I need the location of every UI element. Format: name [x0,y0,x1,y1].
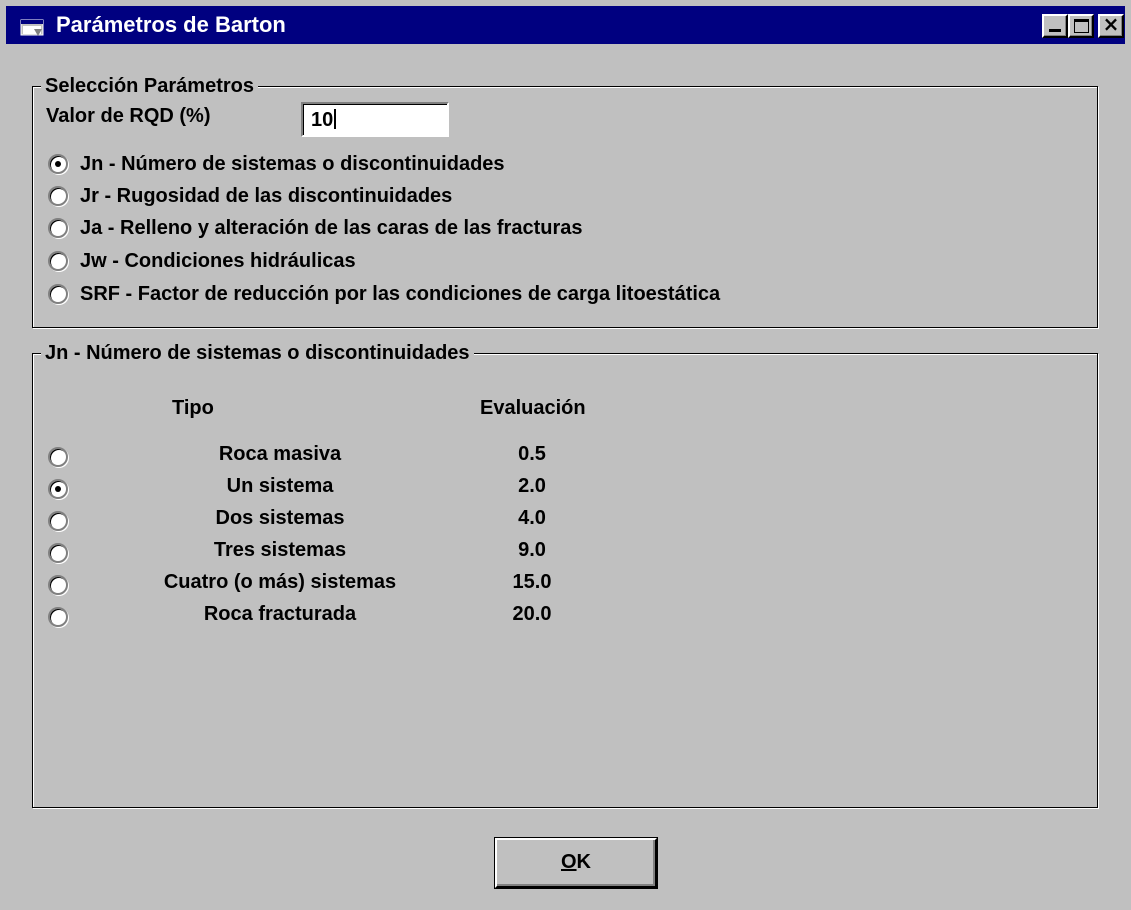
text-caret [334,109,337,129]
parameter-radio[interactable] [48,251,68,271]
jn-option-evaluacion: 2.0 [518,475,546,497]
jn-option-evaluacion: 0.5 [518,443,546,465]
parameter-option-label[interactable]: Jw - Condiciones hidráulicas [80,249,356,273]
rqd-input-value: 10 [311,109,334,131]
minimize-button[interactable] [1042,14,1068,38]
parameter-radio[interactable] [48,186,68,206]
jn-option-tipo: Tres sistemas [213,539,347,561]
column-header-evaluacion: Evaluación [480,397,586,419]
window-title: Parámetros de Barton [56,12,286,37]
column-header-tipo: Tipo [172,397,214,419]
jn-option-radio[interactable] [48,447,68,467]
window-app-icon[interactable] [20,19,46,37]
jn-option-tipo: Dos sistemas [215,507,345,529]
close-icon: × [1102,12,1120,36]
parameter-option-label[interactable]: Jn - Número de sistemas o discontinuidad… [80,152,505,176]
rqd-label: Valor de RQD (%) [46,105,211,127]
jn-option-tipo: Cuatro (o más) sistemas [163,571,397,593]
jn-option-radio[interactable] [48,479,68,499]
ok-mnemonic: O [560,851,577,873]
close-button[interactable]: × [1098,14,1124,38]
jn-option-evaluacion: 9.0 [518,539,546,561]
jn-detail-legend: Jn - Número de sistemas o discontinuidad… [41,340,474,366]
parameter-option-label[interactable]: Jr - Rugosidad de las discontinuidades [80,184,452,208]
parameter-option-label[interactable]: SRF - Factor de reducción por las condic… [80,282,720,306]
jn-option-tipo: Roca masiva [218,443,342,465]
jn-option-tipo: Roca fracturada [203,603,357,625]
jn-option-radio[interactable] [48,607,68,627]
minimize-icon [1049,29,1061,32]
jn-option-evaluacion: 15.0 [512,571,552,593]
maximize-icon [1074,19,1089,33]
rqd-input[interactable]: 10 [301,102,449,137]
jn-option-evaluacion: 4.0 [518,507,546,529]
jn-option-radio[interactable] [48,511,68,531]
parameter-selection-legend: Selección Parámetros [41,73,258,99]
parameter-radio[interactable] [48,284,68,304]
ok-label: K [576,851,591,873]
parameter-radio[interactable] [48,218,68,238]
jn-option-radio[interactable] [48,575,68,595]
jn-option-evaluacion: 20.0 [512,603,552,625]
ok-button[interactable]: OK [495,838,657,888]
barton-parameters-window: Parámetros de Barton × Selección Parámet… [0,0,1131,910]
parameter-option-label[interactable]: Ja - Relleno y alteración de las caras d… [80,216,582,240]
jn-option-radio[interactable] [48,543,68,563]
jn-option-tipo: Un sistema [226,475,334,497]
parameter-radio[interactable] [48,154,68,174]
title-bar[interactable]: Parámetros de Barton × [6,6,1125,44]
maximize-button[interactable] [1068,14,1094,38]
